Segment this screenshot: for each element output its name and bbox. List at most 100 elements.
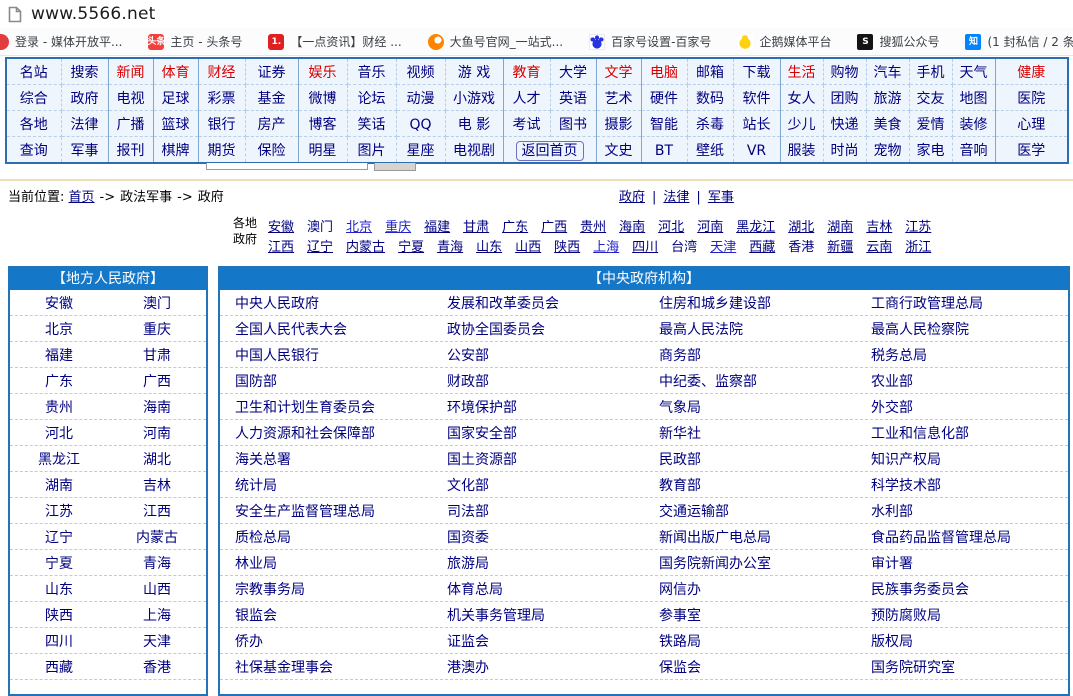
region-link[interactable]: 贵州: [580, 216, 606, 235]
nav-link[interactable]: 棋牌: [162, 143, 190, 159]
province-link[interactable]: 重庆: [108, 319, 206, 339]
nav-link[interactable]: 医院: [1017, 91, 1045, 107]
province-link[interactable]: 北京: [10, 319, 108, 339]
region-link[interactable]: 安徽: [268, 216, 294, 235]
nav-link[interactable]: 小游戏: [453, 91, 495, 107]
nav-link[interactable]: 明星: [309, 143, 337, 159]
nav-link[interactable]: 交友: [917, 91, 945, 107]
agency-link[interactable]: 国防部: [220, 371, 432, 391]
nav-link[interactable]: 爱情: [917, 117, 945, 133]
agency-link[interactable]: 全国人民代表大会: [220, 319, 432, 339]
nav-link[interactable]: 家电: [917, 143, 945, 159]
nav-link[interactable]: 健康: [1017, 65, 1045, 81]
region-link[interactable]: 陕西: [554, 236, 580, 255]
province-link[interactable]: 甘肃: [108, 345, 206, 365]
province-link[interactable]: 湖北: [108, 449, 206, 469]
nav-link[interactable]: 女人: [788, 91, 816, 107]
region-link[interactable]: 云南: [866, 236, 892, 255]
region-link[interactable]: 山东: [476, 236, 502, 255]
nav-link[interactable]: 艺术: [605, 91, 633, 107]
nav-link[interactable]: 汽车: [874, 65, 902, 81]
agency-link[interactable]: 科学技术部: [856, 475, 1068, 495]
agency-link[interactable]: 国务院研究室: [856, 657, 1068, 677]
agency-link[interactable]: 国务院新闻办公室: [644, 553, 856, 573]
nav-link[interactable]: 电视: [117, 91, 145, 107]
region-link[interactable]: 上海: [593, 236, 619, 255]
nav-link[interactable]: 军事: [71, 143, 99, 159]
nav-link[interactable]: 壁纸: [696, 143, 724, 159]
agency-link[interactable]: 中国人民银行: [220, 345, 432, 365]
nav-link[interactable]: 生活: [788, 65, 816, 81]
nav-link[interactable]: 手机: [917, 65, 945, 81]
province-link[interactable]: 海南: [108, 397, 206, 417]
province-link[interactable]: 天津: [108, 631, 206, 651]
region-link[interactable]: 江西: [268, 236, 294, 255]
nav-link[interactable]: 快递: [831, 117, 859, 133]
nav-link[interactable]: 星座: [407, 143, 435, 159]
category-link[interactable]: 法律: [663, 190, 689, 205]
nav-link[interactable]: 博客: [309, 117, 337, 133]
agency-link[interactable]: 文化部: [432, 475, 644, 495]
region-link[interactable]: 江苏: [905, 216, 931, 235]
nav-link[interactable]: 电视剧: [453, 143, 495, 159]
agency-link[interactable]: 宗教事务局: [220, 579, 432, 599]
province-link[interactable]: 江苏: [10, 501, 108, 521]
region-link[interactable]: 海南: [619, 216, 645, 235]
province-link[interactable]: 上海: [108, 605, 206, 625]
agency-link[interactable]: 体育总局: [432, 579, 644, 599]
region-link[interactable]: 重庆: [385, 216, 411, 235]
nav-link[interactable]: 宠物: [874, 143, 902, 159]
nav-link[interactable]: 大学: [559, 65, 587, 81]
province-link[interactable]: 广西: [108, 371, 206, 391]
nav-link[interactable]: 图书: [559, 117, 587, 133]
region-link[interactable]: 吉林: [866, 216, 892, 235]
bookmark-item[interactable]: 企鹅媒体平台: [737, 33, 831, 50]
agency-link[interactable]: 卫生和计划生育委员会: [220, 397, 432, 417]
region-link[interactable]: 湖北: [788, 216, 814, 235]
agency-link[interactable]: 国资委: [432, 527, 644, 547]
region-link[interactable]: 河北: [658, 216, 684, 235]
agency-link[interactable]: 网信办: [644, 579, 856, 599]
nav-link[interactable]: 笑话: [358, 117, 386, 133]
agency-link[interactable]: 商务部: [644, 345, 856, 365]
agency-link[interactable]: 工商行政管理总局: [856, 293, 1068, 313]
province-link[interactable]: 河南: [108, 423, 206, 443]
nav-link[interactable]: 文学: [605, 65, 633, 81]
region-link[interactable]: 宁夏: [398, 236, 424, 255]
region-link[interactable]: 广东: [502, 216, 528, 235]
nav-link[interactable]: BT: [655, 143, 673, 159]
region-link[interactable]: 香港: [788, 236, 814, 255]
nav-link[interactable]: 论坛: [358, 91, 386, 107]
nav-link[interactable]: 硬件: [650, 91, 678, 107]
agency-link[interactable]: 参事室: [644, 605, 856, 625]
agency-link[interactable]: 侨办: [220, 631, 432, 651]
province-link[interactable]: 西藏: [10, 657, 108, 677]
agency-link[interactable]: 林业局: [220, 553, 432, 573]
nav-link[interactable]: 站长: [743, 117, 771, 133]
agency-link[interactable]: 海关总署: [220, 449, 432, 469]
nav-link[interactable]: 音响: [960, 143, 988, 159]
nav-link[interactable]: 篮球: [162, 117, 190, 133]
province-link[interactable]: 陕西: [10, 605, 108, 625]
nav-link[interactable]: VR: [747, 143, 766, 159]
bookmark-item[interactable]: S搜狐公众号: [857, 33, 939, 50]
nav-link[interactable]: 体育: [162, 65, 190, 81]
nav-link[interactable]: 音乐: [358, 65, 386, 81]
nav-link[interactable]: 证券: [258, 65, 286, 81]
agency-link[interactable]: 司法部: [432, 501, 644, 521]
nav-link[interactable]: 基金: [258, 91, 286, 107]
nav-link[interactable]: 房产: [258, 117, 286, 133]
nav-link[interactable]: 人才: [513, 91, 541, 107]
region-link[interactable]: 台湾: [671, 236, 697, 255]
agency-link[interactable]: 预防腐败局: [856, 605, 1068, 625]
region-link[interactable]: 西藏: [749, 236, 775, 255]
nav-link[interactable]: 考试: [513, 117, 541, 133]
agency-link[interactable]: 最高人民法院: [644, 319, 856, 339]
agency-link[interactable]: 最高人民检察院: [856, 319, 1068, 339]
region-link[interactable]: 甘肃: [463, 216, 489, 235]
agency-link[interactable]: 交通运输部: [644, 501, 856, 521]
agency-link[interactable]: 国家安全部: [432, 423, 644, 443]
region-link[interactable]: 天津: [710, 236, 736, 255]
nav-link[interactable]: 摄影: [605, 117, 633, 133]
nav-link[interactable]: 新闻: [117, 65, 145, 81]
